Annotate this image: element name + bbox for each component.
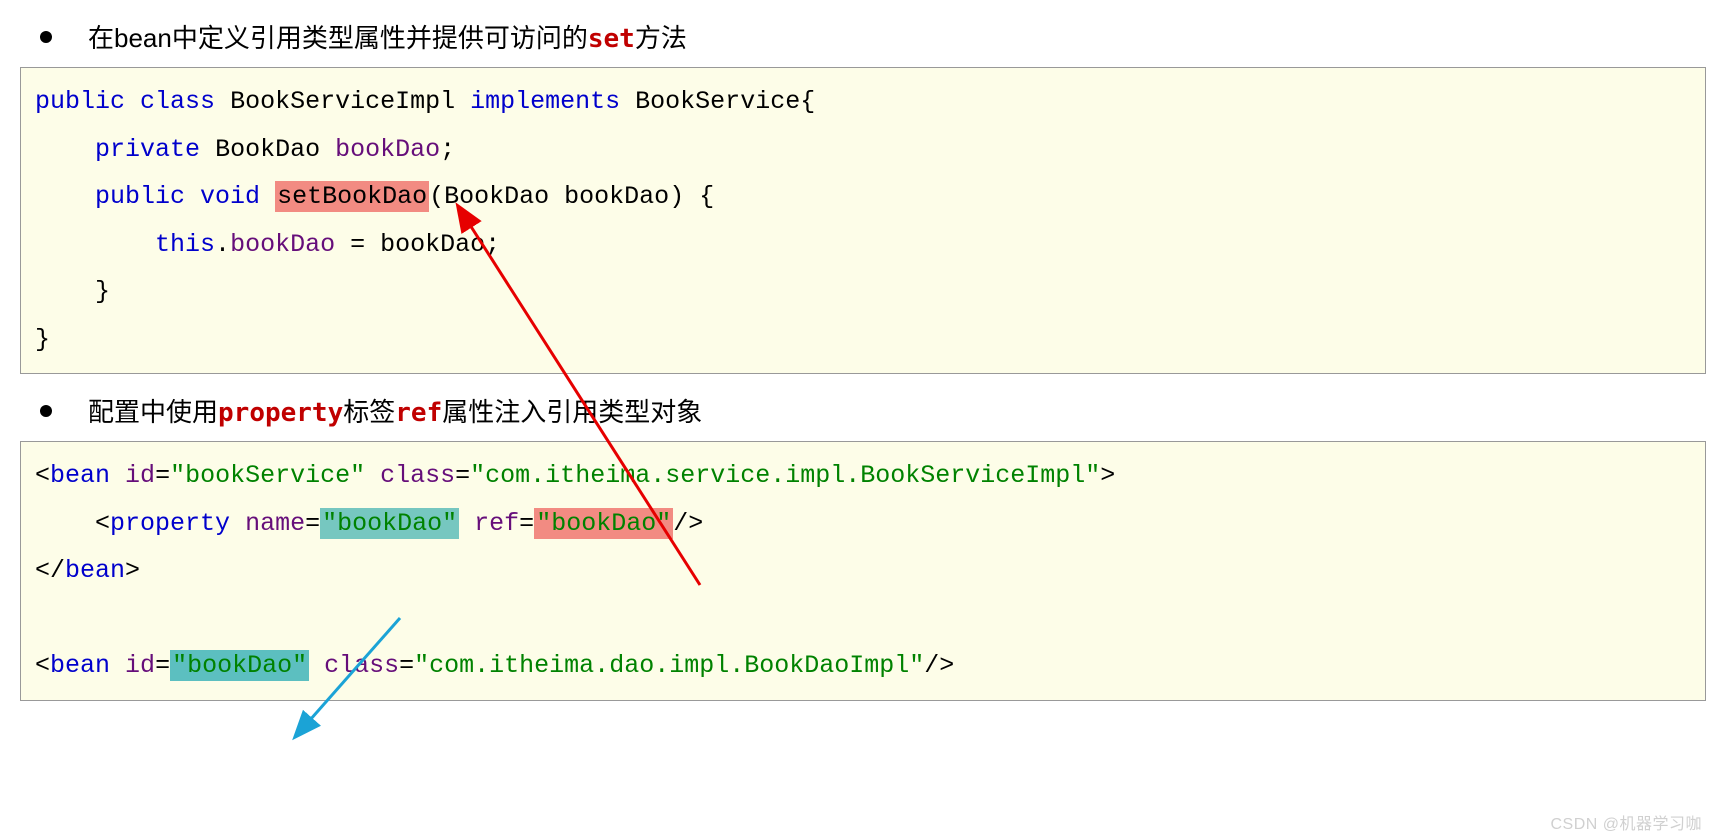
eq6: =: [399, 651, 414, 680]
brace-open: {: [800, 87, 815, 116]
rparen: ): [669, 182, 684, 211]
semi: ;: [440, 135, 455, 164]
brace-close1: }: [95, 277, 110, 306]
sp: [110, 461, 125, 490]
lt1: <: [35, 461, 50, 490]
eq5: =: [155, 651, 170, 680]
tag-bean2: bean: [50, 651, 110, 680]
sp6: [309, 651, 324, 680]
tag-property: property: [110, 509, 230, 538]
kw-implements: implements: [470, 87, 620, 116]
bullet-2-text: 配置中使用property标签ref属性注入引用类型对象: [88, 392, 702, 429]
sp3: [230, 509, 245, 538]
bullet-icon: [40, 31, 52, 43]
semi2: ;: [485, 230, 500, 259]
param-name: bookDao: [564, 182, 669, 211]
lt3: </: [35, 556, 65, 585]
bullet-1: 在bean中定义引用类型属性并提供可访问的set方法: [40, 18, 1706, 55]
kw-this: this: [155, 230, 215, 259]
attr-name: name: [245, 509, 305, 538]
code-block-java: public class BookServiceImpl implements …: [20, 67, 1706, 374]
attr-class2: class: [324, 651, 399, 680]
dot: .: [215, 230, 230, 259]
end2: />: [924, 651, 954, 680]
bullet-2-post: 属性注入引用类型对象: [442, 397, 702, 427]
sp4: [459, 509, 474, 538]
bullet-icon-2: [40, 405, 52, 417]
param-type: BookDao: [444, 182, 549, 211]
bullet-2-kw1: property: [218, 398, 343, 428]
brace2: {: [684, 182, 714, 211]
class-name: BookServiceImpl: [230, 87, 455, 116]
eq3: =: [305, 509, 320, 538]
lt4: <: [35, 651, 50, 680]
brace-close2: }: [35, 325, 50, 354]
field-type: BookDao: [215, 135, 320, 164]
bullet-1-text: 在bean中定义引用类型属性并提供可访问的set方法: [88, 18, 687, 55]
watermark: CSDN @机器学习咖: [1550, 810, 1702, 834]
gt1: >: [1100, 461, 1115, 490]
this-field: bookDao: [230, 230, 335, 259]
lt2: <: [95, 509, 110, 538]
kw-public: public: [35, 87, 125, 116]
attr-id2: id: [125, 651, 155, 680]
bullet-2-pre: 配置中使用: [88, 397, 218, 427]
val-id1: "bookService": [170, 461, 365, 490]
bullet-1-kw: set: [588, 24, 635, 54]
kw-void: void: [200, 182, 260, 211]
end1: />: [673, 509, 703, 538]
attr-ref: ref: [474, 509, 519, 538]
gt3: >: [125, 556, 140, 585]
tag-bean1: bean: [50, 461, 110, 490]
iface-name: BookService: [635, 87, 800, 116]
tag-bean-close: bean: [65, 556, 125, 585]
eq2: =: [455, 461, 470, 490]
code-block-xml: <bean id="bookService" class="com.itheim…: [20, 441, 1706, 701]
attr-id1: id: [125, 461, 155, 490]
lparen: (: [429, 182, 444, 211]
val-id2-highlight: "bookDao": [170, 650, 309, 681]
kw-public2: public: [95, 182, 185, 211]
eq1: =: [155, 461, 170, 490]
field-name: bookDao: [335, 135, 440, 164]
val-class2: "com.itheima.dao.impl.BookDaoImpl": [414, 651, 924, 680]
eq4: =: [519, 509, 534, 538]
bullet-1-pre: 在bean中定义引用类型属性并提供可访问的: [88, 23, 588, 53]
sp2: [365, 461, 380, 490]
bullet-2-kw2: ref: [395, 398, 442, 428]
val-class1: "com.itheima.service.impl.BookServiceImp…: [470, 461, 1100, 490]
kw-class: class: [140, 87, 215, 116]
val-name-highlight: "bookDao": [320, 508, 459, 539]
bullet-1-post: 方法: [635, 23, 687, 53]
kw-private: private: [95, 135, 200, 164]
bullet-2: 配置中使用property标签ref属性注入引用类型对象: [40, 392, 1706, 429]
val-ref-highlight: "bookDao": [534, 508, 673, 539]
eq: =: [335, 230, 380, 259]
method-name-highlight: setBookDao: [275, 181, 429, 212]
rhs: bookDao: [380, 230, 485, 259]
attr-class1: class: [380, 461, 455, 490]
sp5: [110, 651, 125, 680]
bullet-2-mid: 标签: [343, 397, 395, 427]
